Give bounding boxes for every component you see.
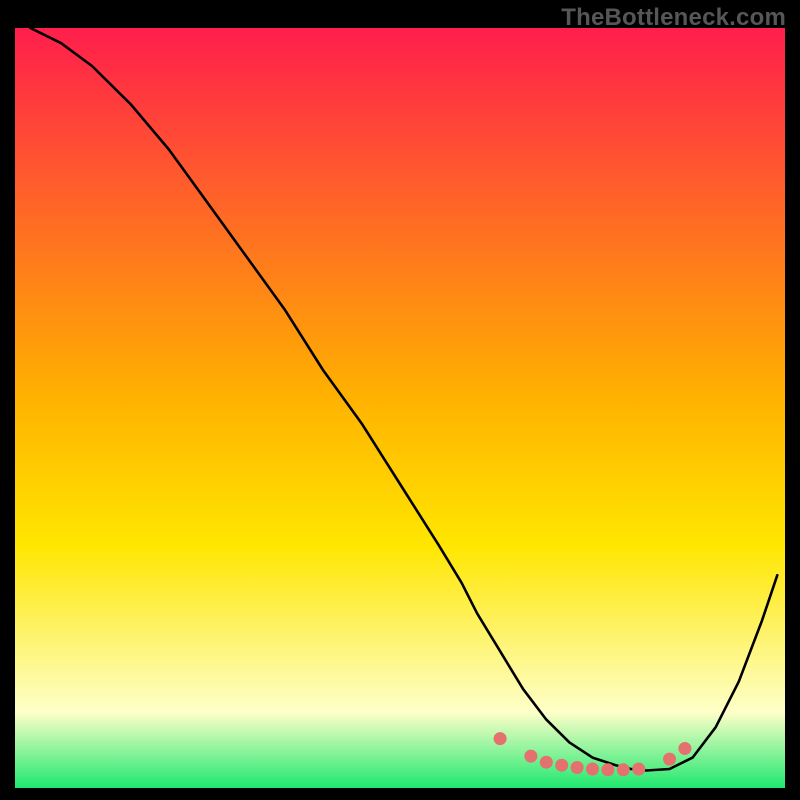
optimum-dot [632,763,645,776]
optimum-dot [524,750,537,763]
optimum-dot [540,756,553,769]
optimum-dot [494,732,507,745]
optimum-dot [555,759,568,772]
optimum-dot [617,763,630,776]
optimum-dot [678,742,691,755]
heat-gradient [15,28,785,788]
chart-stage: TheBottleneck.com [0,0,800,800]
optimum-dot [586,763,599,776]
optimum-dot [571,761,584,774]
optimum-dot [663,753,676,766]
watermark-text: TheBottleneck.com [561,4,786,32]
optimum-dot [601,763,614,776]
bottleneck-chart [0,0,800,800]
